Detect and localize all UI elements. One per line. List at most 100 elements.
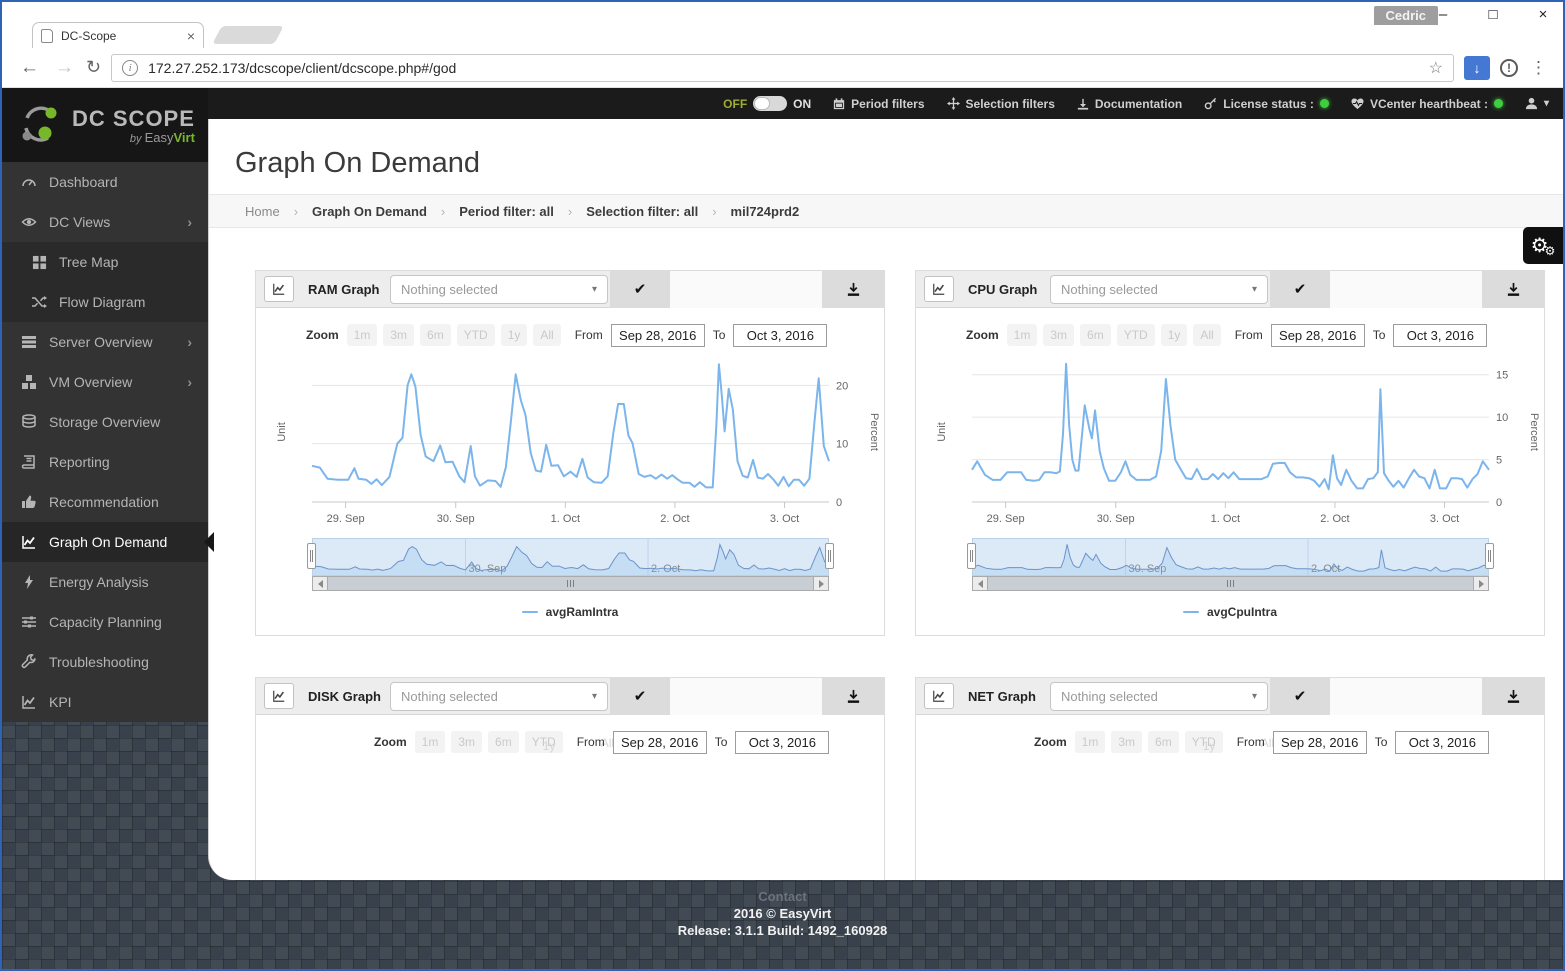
sidebar-item-tree-map[interactable]: Tree Map	[2, 242, 208, 282]
info-extension-icon[interactable]: !	[1500, 59, 1518, 77]
range-3m-button[interactable]: 3m	[1043, 324, 1074, 346]
range-1m-button[interactable]: 1m	[415, 731, 446, 753]
off-on-toggle[interactable]: OFF ON	[723, 96, 811, 111]
scrollbar-track[interactable]	[988, 576, 1473, 591]
export-download-button[interactable]	[1482, 678, 1544, 715]
arrows-icon	[947, 97, 960, 110]
from-date-input[interactable]: Sep 28, 2016	[613, 731, 707, 754]
scroll-right-button[interactable]	[813, 576, 829, 591]
to-date-input[interactable]: Oct 3, 2016	[1393, 324, 1487, 347]
range-3m-button[interactable]: 3m	[451, 731, 482, 753]
cpu-chart[interactable]: 05101529. Sep30. Sep1. Oct2. Oct3. OctUn…	[929, 352, 1549, 530]
range-ytd-button[interactable]: YTD	[457, 324, 495, 346]
range-1m-button[interactable]: 1m	[1007, 324, 1038, 346]
range-all-button[interactable]: All	[1193, 324, 1220, 346]
settings-flyout-button[interactable]: ⚙ ⚙	[1523, 227, 1563, 264]
selection-filters-button[interactable]: Selection filters	[947, 97, 1055, 111]
to-date-input[interactable]: Oct 3, 2016	[733, 324, 827, 347]
navigator-handle-right[interactable]	[1485, 543, 1494, 569]
sidebar-item-capacity-planning[interactable]: Capacity Planning	[2, 602, 208, 642]
export-download-button[interactable]	[1482, 271, 1544, 308]
navigator-handle-left[interactable]	[967, 543, 976, 569]
navigator-chart[interactable]: 30. Sep2. Oct	[972, 538, 1489, 576]
period-filters-button[interactable]: Period filters	[833, 97, 924, 111]
scroll-left-button[interactable]	[972, 576, 988, 591]
metric-select-dropdown[interactable]: Nothing selected▾	[1050, 682, 1268, 711]
metric-select-dropdown[interactable]: Nothing selected▾	[390, 275, 608, 304]
range-6m-button[interactable]: 6m	[488, 731, 519, 753]
apply-metric-button[interactable]: ✔	[610, 271, 670, 308]
bookmark-star-icon[interactable]: ☆	[1429, 58, 1443, 78]
range-3m-button[interactable]: 3m	[1111, 731, 1142, 753]
browser-profile-chip[interactable]: Cedric	[1374, 6, 1438, 25]
browser-tab[interactable]: DC-Scope ×	[32, 22, 204, 48]
documentation-button[interactable]: Documentation	[1077, 97, 1182, 111]
contact-link[interactable]: Contact	[2, 888, 1563, 905]
range-6m-button[interactable]: 6m	[1080, 324, 1111, 346]
range-all-button[interactable]: All	[533, 324, 560, 346]
range-3m-button[interactable]: 3m	[383, 324, 414, 346]
to-date-input[interactable]: Oct 3, 2016	[1395, 731, 1489, 754]
sidebar-item-vm-overview[interactable]: VM Overview ›	[2, 362, 208, 402]
to-date-input[interactable]: Oct 3, 2016	[735, 731, 829, 754]
sidebar-item-kpi[interactable]: KPI	[2, 682, 208, 722]
sidebar-item-dc-views[interactable]: DC Views ›	[2, 202, 208, 242]
window-close-button[interactable]: ×	[1531, 6, 1555, 23]
sidebar-item-reporting[interactable]: Reporting	[2, 442, 208, 482]
export-download-button[interactable]	[822, 678, 884, 715]
apply-metric-button[interactable]: ✔	[610, 678, 670, 715]
tab-close-icon[interactable]: ×	[187, 28, 195, 44]
back-button-icon[interactable]: ←	[20, 57, 39, 79]
sidebar-item-flow-diagram[interactable]: Flow Diagram	[2, 282, 208, 322]
metric-select-dropdown[interactable]: Nothing selected▾	[390, 682, 608, 711]
navigator-handle-left[interactable]	[307, 543, 316, 569]
from-date-input[interactable]: Sep 28, 2016	[1271, 324, 1365, 347]
ram-legend[interactable]: avgRamIntra	[256, 605, 884, 619]
navigator-handle-right[interactable]	[825, 543, 834, 569]
apply-metric-button[interactable]: ✔	[1270, 678, 1330, 715]
sidebar-item-troubleshooting[interactable]: Troubleshooting	[2, 642, 208, 682]
from-date-input[interactable]: Sep 28, 2016	[1273, 731, 1367, 754]
range-1m-button[interactable]: 1m	[347, 324, 378, 346]
range-6m-button[interactable]: 6m	[420, 324, 451, 346]
from-date-input[interactable]: Sep 28, 2016	[611, 324, 705, 347]
cpu-legend[interactable]: avgCpuIntra	[916, 605, 1544, 619]
range-ytd-button[interactable]: YTD	[1117, 324, 1155, 346]
breadcrumb-home[interactable]: Home	[245, 204, 280, 219]
sidebar-item-graph-on-demand[interactable]: Graph On Demand	[2, 522, 208, 562]
range-6m-button[interactable]: 6m	[1148, 731, 1179, 753]
download-extension-icon[interactable]: ↓	[1464, 56, 1490, 80]
toggle-switch[interactable]	[753, 96, 787, 111]
export-download-button[interactable]	[822, 271, 884, 308]
address-bar[interactable]: i 172.27.252.173/dcscope/client/dcscope.…	[111, 54, 1454, 82]
sidebar-item-dashboard[interactable]: Dashboard	[2, 162, 208, 202]
sidebar-item-storage-overview[interactable]: Storage Overview	[2, 402, 208, 442]
forward-button-icon[interactable]: →	[55, 57, 74, 79]
user-menu[interactable]: ▾	[1525, 97, 1549, 110]
breadcrumb-graph-on-demand[interactable]: Graph On Demand	[312, 204, 427, 219]
page-info-icon[interactable]: i	[122, 60, 138, 76]
scroll-right-button[interactable]	[1473, 576, 1489, 591]
window-minimize-button[interactable]: –	[1431, 6, 1455, 23]
scrollbar-track[interactable]	[328, 576, 813, 591]
scroll-left-button[interactable]	[312, 576, 328, 591]
breadcrumb-selection-filter[interactable]: Selection filter: all	[586, 204, 698, 219]
window-maximize-button[interactable]: □	[1481, 6, 1505, 23]
range-1y-button[interactable]: 1y	[1161, 324, 1188, 346]
sidebar-item-recommendation[interactable]: Recommendation	[2, 482, 208, 522]
sidebar-item-server-overview[interactable]: Server Overview ›	[2, 322, 208, 362]
metric-select-dropdown[interactable]: Nothing selected▾	[1050, 275, 1268, 304]
reload-button-icon[interactable]: ↻	[86, 57, 101, 78]
new-tab-button[interactable]	[212, 26, 284, 44]
breadcrumb-period-filter[interactable]: Period filter: all	[459, 204, 554, 219]
range-1y-button[interactable]: 1y	[501, 324, 528, 346]
license-status-item[interactable]: License status :	[1204, 97, 1329, 111]
ram-chart[interactable]: 0102029. Sep30. Sep1. Oct2. Oct3. OctUni…	[269, 352, 889, 530]
browser-menu-icon[interactable]: ⋮	[1530, 58, 1547, 78]
vcenter-heartbeat-item[interactable]: VCenter hearthbeat :	[1351, 97, 1503, 111]
range-1m-button[interactable]: 1m	[1075, 731, 1106, 753]
apply-metric-button[interactable]: ✔	[1270, 271, 1330, 308]
url-text[interactable]: 172.27.252.173/dcscope/client/dcscope.ph…	[148, 60, 1429, 76]
sidebar-item-energy-analysis[interactable]: Energy Analysis	[2, 562, 208, 602]
navigator-chart[interactable]: 30. Sep2. Oct	[312, 538, 829, 576]
